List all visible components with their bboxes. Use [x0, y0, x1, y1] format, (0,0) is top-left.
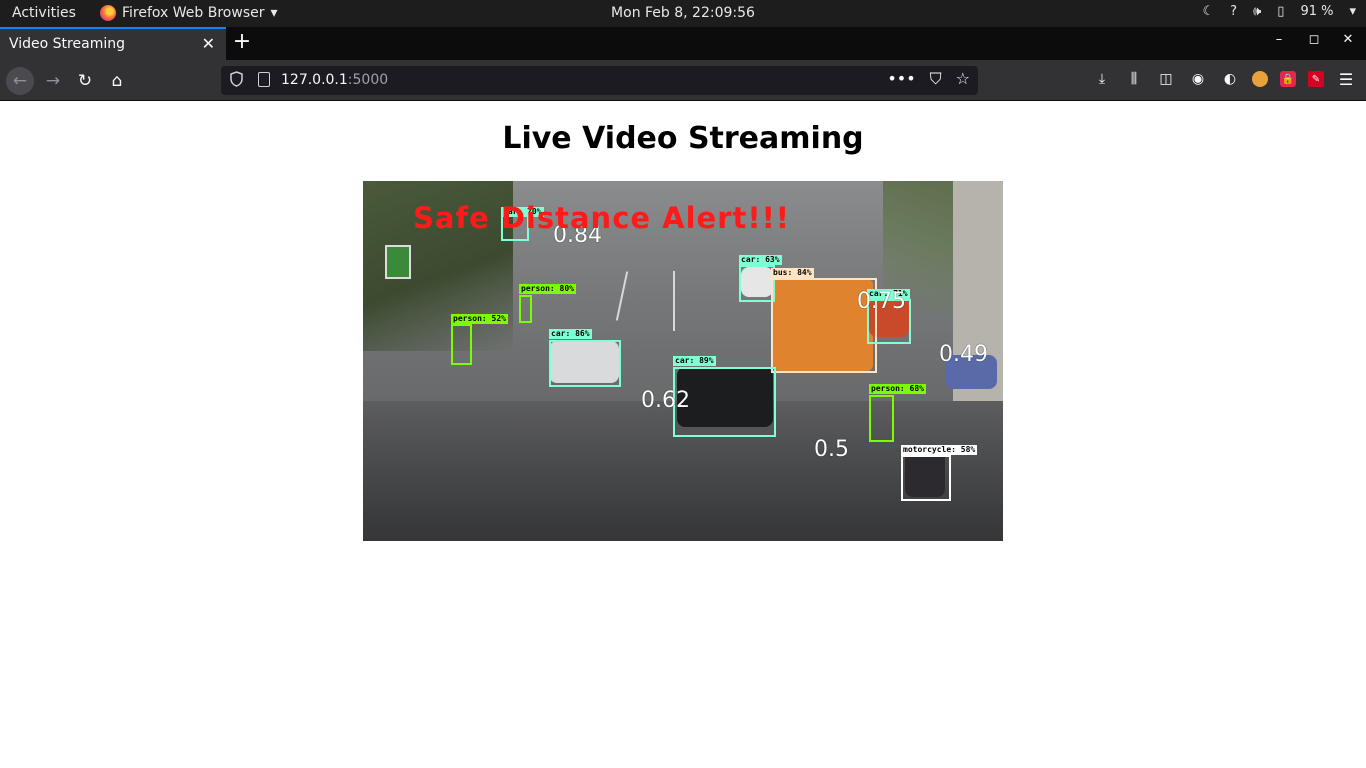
reload-button[interactable]: ↻: [71, 67, 99, 95]
detection-box: [451, 324, 472, 365]
app-menu-label: Firefox Web Browser: [122, 5, 265, 21]
url-actions: ••• ⛉ ☆: [887, 69, 970, 89]
pocket-icon[interactable]: ⛉: [930, 69, 942, 89]
detection-label: motorcycle: 58%: [901, 445, 978, 455]
sidebar-icon[interactable]: ◫: [1156, 69, 1176, 89]
navigation-toolbar: ← → ↻ ⌂ 127.0.0.1:5000 ••• ⛉ ☆ ⤓ ⫼ ◫ ◉ ◐…: [0, 60, 1366, 101]
detection-label: car: 86%: [549, 329, 592, 339]
close-window-button[interactable]: ✕: [1338, 32, 1358, 47]
back-button[interactable]: ←: [6, 67, 34, 95]
night-light-icon: ☾: [1202, 4, 1215, 19]
app-menu[interactable]: Firefox Web Browser ▾: [100, 5, 278, 21]
page-info-icon[interactable]: [258, 72, 270, 87]
detection-label: person: 52%: [451, 314, 508, 324]
extension-icon[interactable]: 🔒: [1280, 71, 1296, 87]
close-icon[interactable]: ✕: [202, 34, 215, 53]
lane-marking: [673, 271, 675, 331]
distance-value: 0.75: [857, 289, 906, 314]
detection-box: [739, 265, 775, 302]
video-roadside-sign: [385, 245, 411, 279]
detection-box: [901, 455, 951, 501]
library-icon[interactable]: ⫼: [1124, 69, 1144, 89]
url-port: :5000: [347, 72, 389, 88]
firefox-icon: [100, 5, 116, 21]
activities-button[interactable]: Activities: [12, 5, 76, 21]
detection-box: [869, 395, 894, 442]
lane-marking: [615, 271, 629, 321]
extension-icon[interactable]: ◐: [1220, 69, 1240, 89]
distance-value: 0.5: [814, 437, 849, 462]
extension-icon[interactable]: ✎: [1308, 71, 1324, 87]
tab-strip: Video Streaming ✕ + – ◻ ✕: [0, 27, 1366, 60]
forward-button[interactable]: →: [39, 67, 67, 95]
chevron-down-icon: ▾: [270, 5, 278, 21]
menu-icon[interactable]: ☰: [1336, 69, 1356, 89]
system-top-bar: Activities Firefox Web Browser ▾ Mon Feb…: [0, 0, 1366, 27]
battery-icon: ▯: [1277, 4, 1285, 19]
home-button[interactable]: ⌂: [103, 67, 131, 95]
url-host: 127.0.0.1: [281, 72, 348, 88]
volume-icon: 🕪: [1253, 4, 1262, 19]
maximize-button[interactable]: ◻: [1304, 32, 1324, 47]
shield-icon[interactable]: [230, 71, 243, 87]
detection-label: person: 68%: [869, 384, 926, 394]
detection-label: car: 89%: [673, 356, 716, 366]
distance-value: 0.62: [641, 388, 690, 413]
video-stream: car: 70% person: 80% person: 52% car: 86…: [363, 181, 1003, 541]
help-icon: ?: [1230, 4, 1238, 19]
bookmark-star-icon[interactable]: ☆: [956, 69, 970, 89]
system-tray[interactable]: ☾ ? 🕪 ▯ 91 % ▾: [1203, 4, 1356, 19]
account-icon[interactable]: ◉: [1188, 69, 1208, 89]
detection-label: person: 80%: [519, 284, 576, 294]
detection-box: [549, 340, 621, 387]
page-title: Live Video Streaming: [502, 121, 864, 156]
toolbar-icons: ⤓ ⫼ ◫ ◉ ◐ 🔒 ✎ ☰: [1092, 69, 1366, 89]
url-bar[interactable]: 127.0.0.1:5000 ••• ⛉ ☆: [221, 66, 978, 95]
minimize-button[interactable]: –: [1269, 32, 1289, 47]
chevron-down-icon: ▾: [1349, 4, 1356, 19]
new-tab-button[interactable]: +: [231, 29, 253, 55]
download-icon[interactable]: ⤓: [1092, 69, 1112, 89]
url-text[interactable]: 127.0.0.1:5000: [281, 72, 388, 88]
page-actions-icon[interactable]: •••: [887, 69, 915, 89]
detection-label: car: 63%: [739, 255, 782, 265]
detection-label: bus: 84%: [771, 268, 814, 278]
battery-percentage: 91 %: [1300, 4, 1334, 19]
distance-value: 0.49: [939, 342, 988, 367]
safe-distance-alert: Safe Distance Alert!!!: [413, 201, 791, 235]
tab-title: Video Streaming: [9, 36, 125, 52]
extension-icon[interactable]: [1252, 71, 1268, 87]
detection-box: [519, 295, 532, 323]
page-content: Live Video Streaming car: 70% person: 80…: [0, 101, 1366, 768]
tab-video-streaming[interactable]: Video Streaming ✕: [0, 27, 226, 60]
